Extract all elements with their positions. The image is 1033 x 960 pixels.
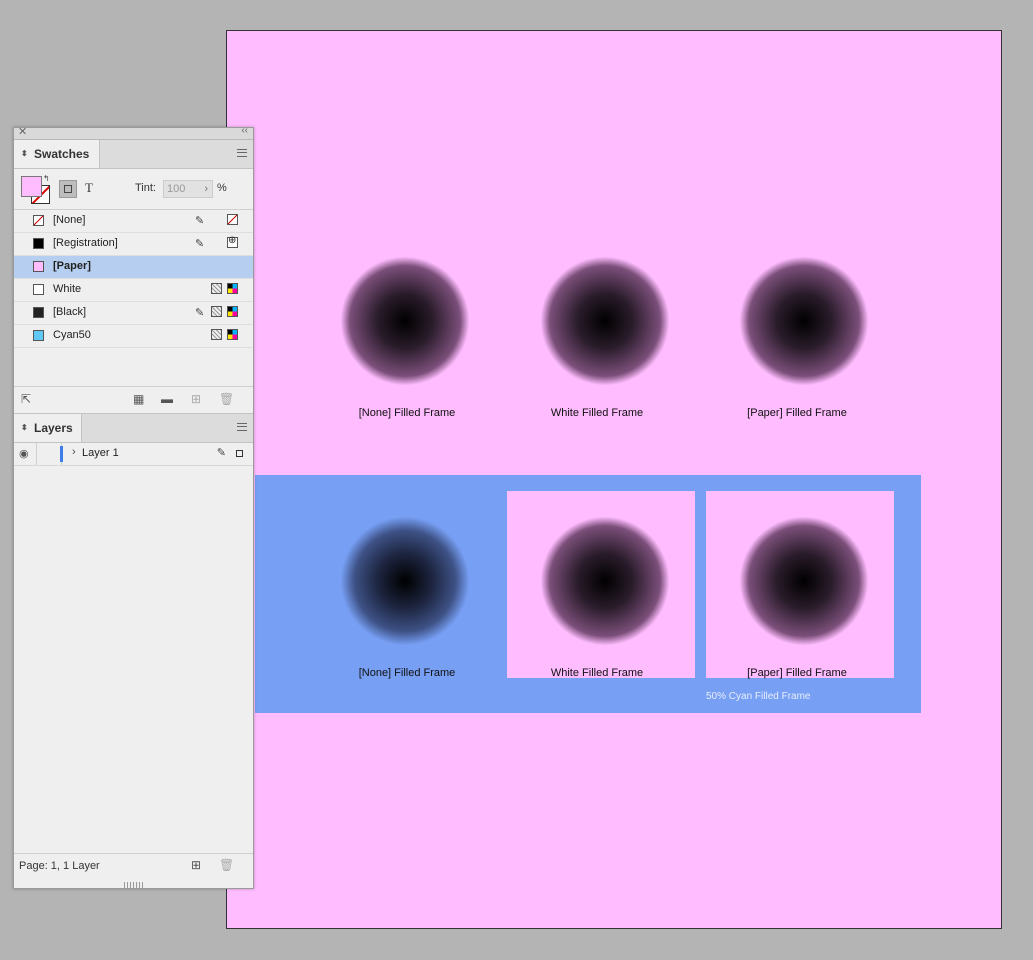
swatch-chip-black-icon: [33, 307, 44, 318]
new-color-group-icon[interactable]: ▬: [161, 392, 173, 406]
non-editable-icon: ✎: [195, 215, 205, 227]
caption-white-top[interactable]: White Filled Frame: [551, 407, 643, 419]
layer-name: Layer 1: [82, 447, 119, 459]
close-icon[interactable]: ✕: [18, 125, 27, 138]
process-color-icon: [211, 283, 222, 294]
tint-stepper-icon[interactable]: ›: [204, 181, 208, 197]
gradient-circle-none-bottom[interactable]: [340, 516, 470, 646]
caption-none-top[interactable]: [None] Filled Frame: [359, 407, 456, 419]
gradient-circle-white-top[interactable]: [540, 256, 670, 386]
delete-swatch-icon[interactable]: 🗑: [219, 392, 234, 406]
swatch-name: [Registration]: [53, 237, 118, 249]
tab-layers-label: Layers: [34, 421, 73, 435]
swatch-name: [Black]: [53, 306, 87, 318]
gradient-circle-none-top[interactable]: [340, 256, 470, 386]
swatch-row-black[interactable]: [Black] ✎: [14, 302, 253, 325]
new-swatch-icon[interactable]: ⊞: [191, 392, 201, 406]
resize-grip[interactable]: [124, 882, 144, 888]
gradient-circle-white-bottom[interactable]: [540, 516, 670, 646]
lock-toggle[interactable]: [36, 443, 62, 465]
swatch-chip-cyan50-icon: [33, 330, 44, 341]
swatch-chip-none-icon: [33, 215, 44, 226]
layer-selection-icon[interactable]: [236, 450, 243, 457]
swatches-menu-icon[interactable]: [237, 149, 247, 157]
add-to-cc-library-icon[interactable]: ⇱: [21, 392, 31, 406]
cmyk-mode-icon: [227, 283, 238, 294]
formatting-container-button[interactable]: [59, 180, 77, 198]
non-editable-icon: ✎: [195, 307, 205, 319]
swatch-name: White: [53, 283, 82, 295]
pen-icon: ✎: [216, 447, 226, 459]
swatch-chip-registration-icon: [33, 238, 44, 249]
layers-footer: Page: 1, 1 Layer ⊞ 🗑: [14, 853, 253, 878]
tint-unit: %: [217, 182, 227, 194]
layer-row[interactable]: ◉ › Layer 1 ✎: [14, 443, 253, 466]
tint-label: Tint:: [135, 182, 156, 194]
swap-fill-stroke-icon[interactable]: ↰: [43, 174, 50, 183]
non-editable-icon: ✎: [195, 238, 205, 250]
tab-expand-icon[interactable]: ⬍: [21, 414, 28, 442]
collapse-icon[interactable]: ‹‹: [241, 125, 248, 136]
registration-type-icon: [227, 235, 238, 248]
panel-title-bar[interactable]: ✕ ‹‹: [14, 125, 253, 140]
swatch-name: [Paper]: [53, 260, 91, 272]
swatch-row-paper[interactable]: [Paper]: [14, 256, 253, 279]
swatch-row-registration[interactable]: [Registration] ✎: [14, 233, 253, 256]
process-color-icon: [211, 306, 222, 317]
layers-menu-icon[interactable]: [237, 423, 247, 431]
caption-paper-top[interactable]: [Paper] Filled Frame: [747, 407, 847, 419]
swatch-list: [None] ✎ [Registration] ✎ [Paper] White …: [14, 210, 253, 386]
tint-value: 100: [167, 183, 186, 195]
caption-white-bottom[interactable]: White Filled Frame: [551, 667, 643, 679]
swatch-row-none[interactable]: [None] ✎: [14, 210, 253, 233]
swatch-name: Cyan50: [53, 329, 91, 341]
process-color-icon: [211, 329, 222, 340]
delete-layer-icon[interactable]: 🗑: [219, 858, 234, 872]
visibility-eye-icon[interactable]: ◉: [19, 447, 29, 460]
layers-status: Page: 1, 1 Layer: [19, 860, 100, 872]
expand-chevron-icon[interactable]: ›: [72, 446, 76, 458]
gradient-circle-paper-top[interactable]: [739, 256, 869, 386]
swatches-footer: ⇱ ▦ ▬ ⊞ 🗑: [14, 386, 253, 411]
show-swatch-kinds-icon[interactable]: ▦: [133, 392, 144, 406]
panel-dock: ✕ ‹‹ ⬍ Swatches ↰ T Tint: 100 › % [None]…: [13, 125, 254, 889]
swatch-row-white[interactable]: White: [14, 279, 253, 302]
swatch-chip-white-icon: [33, 284, 44, 295]
tab-swatches[interactable]: ⬍ Swatches: [14, 140, 101, 168]
swatches-tab-bar: ⬍ Swatches: [14, 140, 253, 169]
caption-paper-bottom[interactable]: [Paper] Filled Frame: [747, 667, 847, 679]
cmyk-mode-icon: [227, 306, 238, 317]
swatch-name: [None]: [53, 214, 86, 226]
swatch-chip-paper-icon: [33, 261, 44, 272]
caption-cyan-frame[interactable]: 50% Cyan Filled Frame: [706, 691, 810, 702]
formatting-text-button[interactable]: T: [85, 180, 93, 196]
tab-layers[interactable]: ⬍ Layers: [14, 414, 82, 442]
none-type-icon: [227, 214, 238, 225]
fill-swatch-icon[interactable]: [21, 176, 42, 197]
tab-expand-icon[interactable]: ⬍: [21, 140, 28, 168]
gradient-circle-paper-bottom[interactable]: [739, 516, 869, 646]
caption-none-bottom[interactable]: [None] Filled Frame: [359, 667, 456, 679]
layers-tab-bar: ⬍ Layers: [14, 413, 253, 443]
tab-swatches-label: Swatches: [34, 147, 90, 161]
swatch-row-cyan50[interactable]: Cyan50: [14, 325, 253, 348]
tint-input[interactable]: 100 ›: [163, 180, 213, 198]
swatch-controls: ↰ T Tint: 100 › %: [14, 169, 253, 210]
cmyk-mode-icon: [227, 329, 238, 340]
new-layer-icon[interactable]: ⊞: [191, 858, 201, 872]
layer-color-bar: [60, 446, 63, 462]
